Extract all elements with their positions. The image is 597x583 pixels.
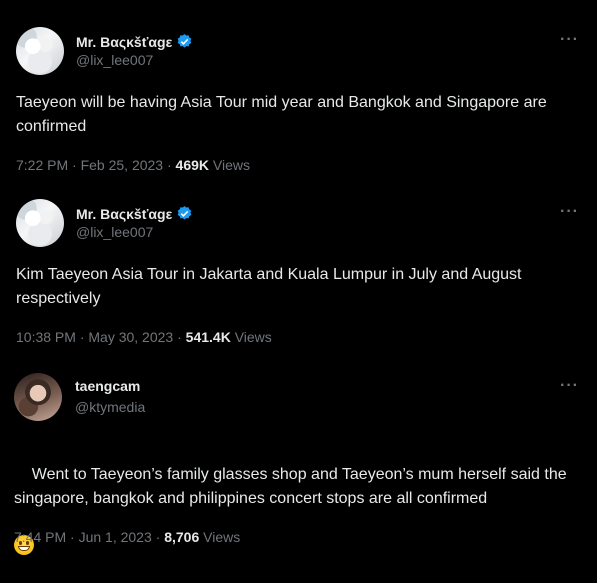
author-handle[interactable]: @ktymedia [75, 399, 145, 415]
tweet-text: Went to Taeyeon’s family glasses shop an… [14, 439, 584, 583]
more-icon[interactable]: ··· [560, 378, 579, 394]
author-name[interactable]: taengcam [75, 378, 140, 394]
tweet[interactable]: taengcam @ktymedia ··· Went to Taeyeon’s… [0, 0, 597, 558]
tweet-meta: 7:44 PM · Jun 1, 2023 · 8,706 Views [14, 529, 240, 545]
views-label: Views [203, 529, 241, 545]
views-count: 8,706 [164, 529, 200, 545]
tweet-timestamp[interactable]: 7:44 PM · Jun 1, 2023 · [14, 529, 160, 545]
author-avatar[interactable] [14, 373, 62, 421]
tweet-text-body: Went to Taeyeon’s family glasses shop an… [14, 466, 572, 507]
author-name-row[interactable]: taengcam [75, 378, 140, 394]
